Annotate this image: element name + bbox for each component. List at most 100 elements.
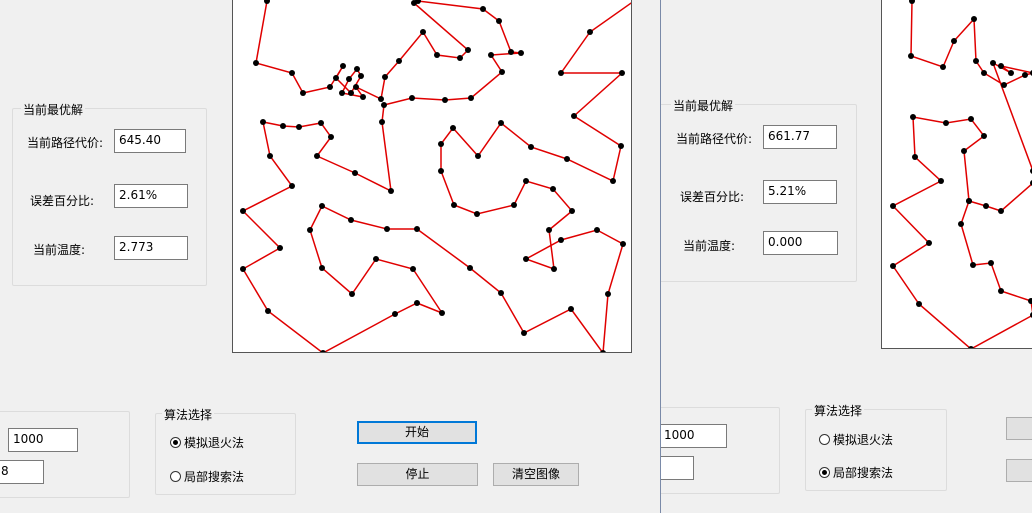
city-dot	[348, 90, 354, 96]
city-dot	[384, 226, 390, 232]
city-dot	[551, 266, 557, 272]
city-dot	[265, 308, 271, 314]
local-search-radio[interactable]: 局部搜索法	[819, 464, 893, 481]
city-dot	[998, 63, 1004, 69]
route-plot	[240, 0, 631, 352]
city-dot	[381, 102, 387, 108]
simulated-annealing-radio-dot[interactable]	[170, 437, 181, 448]
city-dot	[951, 38, 957, 44]
city-dot	[568, 306, 574, 312]
stop-button[interactable]: 停止	[357, 463, 478, 486]
parameters-group	[661, 407, 780, 494]
parameter-field[interactable]: 8	[0, 460, 44, 484]
path-cost-field[interactable]: 645.40	[114, 129, 186, 153]
iteration-count-field[interactable]: 1000	[661, 424, 727, 448]
route-canvas	[232, 0, 632, 353]
city-dot	[916, 301, 922, 307]
city-dot	[890, 203, 896, 209]
city-dot	[414, 300, 420, 306]
stop-button[interactable]	[1006, 459, 1032, 482]
simulated-annealing-radio[interactable]: 模拟退火法	[819, 431, 893, 448]
city-dot	[410, 266, 416, 272]
city-dot	[264, 0, 270, 4]
algorithm-group-title: 算法选择	[162, 406, 215, 423]
city-dot	[890, 263, 896, 269]
city-dot	[610, 178, 616, 184]
city-dot	[546, 227, 552, 233]
city-dot	[521, 330, 527, 336]
city-dot	[550, 186, 556, 192]
city-dot	[467, 265, 473, 271]
city-dot	[450, 125, 456, 131]
city-dot	[465, 47, 471, 53]
error-percent-label: 误差百分比:	[30, 194, 95, 208]
error-percent-label: 误差百分比:	[680, 190, 745, 204]
clear-image-button[interactable]: 清空图像	[493, 463, 579, 486]
city-dot	[474, 211, 480, 217]
simulated-annealing-radio-label: 模拟退火法	[833, 433, 894, 447]
city-dot	[618, 143, 624, 149]
city-dot	[353, 84, 359, 90]
city-dot	[320, 350, 326, 352]
path-cost-field[interactable]: 661.77	[763, 125, 837, 149]
city-dot	[414, 226, 420, 232]
local-search-radio[interactable]: 局部搜索法	[170, 468, 244, 485]
city-dot	[382, 74, 388, 80]
temperature-label: 当前温度:	[683, 239, 736, 253]
city-dot	[434, 52, 440, 58]
city-dot	[289, 70, 295, 76]
city-dot	[468, 95, 474, 101]
city-dot	[983, 203, 989, 209]
city-dot	[457, 55, 463, 61]
city-dot	[392, 311, 398, 317]
city-dot	[594, 227, 600, 233]
city-dot	[998, 208, 1004, 214]
left-tsp-window: 当前最优解 当前路径代价: 645.40 误差百分比: 2.61% 当前温度: …	[0, 0, 661, 513]
city-dot	[307, 227, 313, 233]
city-dot	[912, 154, 918, 160]
parameters-group	[0, 411, 130, 498]
city-dot	[327, 84, 333, 90]
city-dot	[998, 288, 1004, 294]
city-dot	[300, 90, 306, 96]
start-button[interactable]: 开始	[357, 421, 477, 444]
right-tsp-window: 当前最优解 当前路径代价: 661.77 误差百分比: 5.21% 当前温度: …	[661, 0, 1032, 513]
city-dot	[420, 29, 426, 35]
parameter-field[interactable]	[661, 456, 694, 480]
best-solution-group-title: 当前最优解	[671, 97, 736, 114]
city-dot	[475, 153, 481, 159]
city-dot	[396, 58, 402, 64]
city-dot	[277, 245, 283, 251]
algorithm-group-title: 算法选择	[812, 402, 865, 419]
best-solution-group-title: 当前最优解	[21, 101, 86, 118]
city-dot	[358, 73, 364, 79]
temperature-field[interactable]: 0.000	[763, 231, 838, 255]
city-dot	[409, 95, 415, 101]
city-dot	[388, 188, 394, 194]
city-dot	[360, 94, 366, 100]
city-dot	[438, 141, 444, 147]
simulated-annealing-radio[interactable]: 模拟退火法	[170, 434, 244, 451]
error-percent-field[interactable]: 5.21%	[763, 180, 837, 204]
temperature-field[interactable]: 2.773	[114, 236, 188, 260]
local-search-radio-dot[interactable]	[170, 471, 181, 482]
city-dot	[558, 70, 564, 76]
city-dot	[973, 58, 979, 64]
city-dot	[909, 0, 915, 4]
city-dot	[940, 64, 946, 70]
start-button[interactable]	[1006, 417, 1032, 440]
route-canvas	[881, 0, 1032, 349]
city-dot	[558, 237, 564, 243]
city-dot	[451, 202, 457, 208]
city-dot	[318, 120, 324, 126]
error-percent-field[interactable]: 2.61%	[114, 184, 188, 208]
simulated-annealing-radio-dot[interactable]	[819, 434, 830, 445]
local-search-radio-label: 局部搜索法	[833, 466, 894, 480]
city-dot	[379, 119, 385, 125]
iteration-count-field[interactable]: 1000	[8, 428, 78, 452]
city-dot	[961, 148, 967, 154]
city-dot	[319, 265, 325, 271]
local-search-radio-dot[interactable]	[819, 467, 830, 478]
city-dot	[319, 203, 325, 209]
city-dot	[267, 153, 273, 159]
